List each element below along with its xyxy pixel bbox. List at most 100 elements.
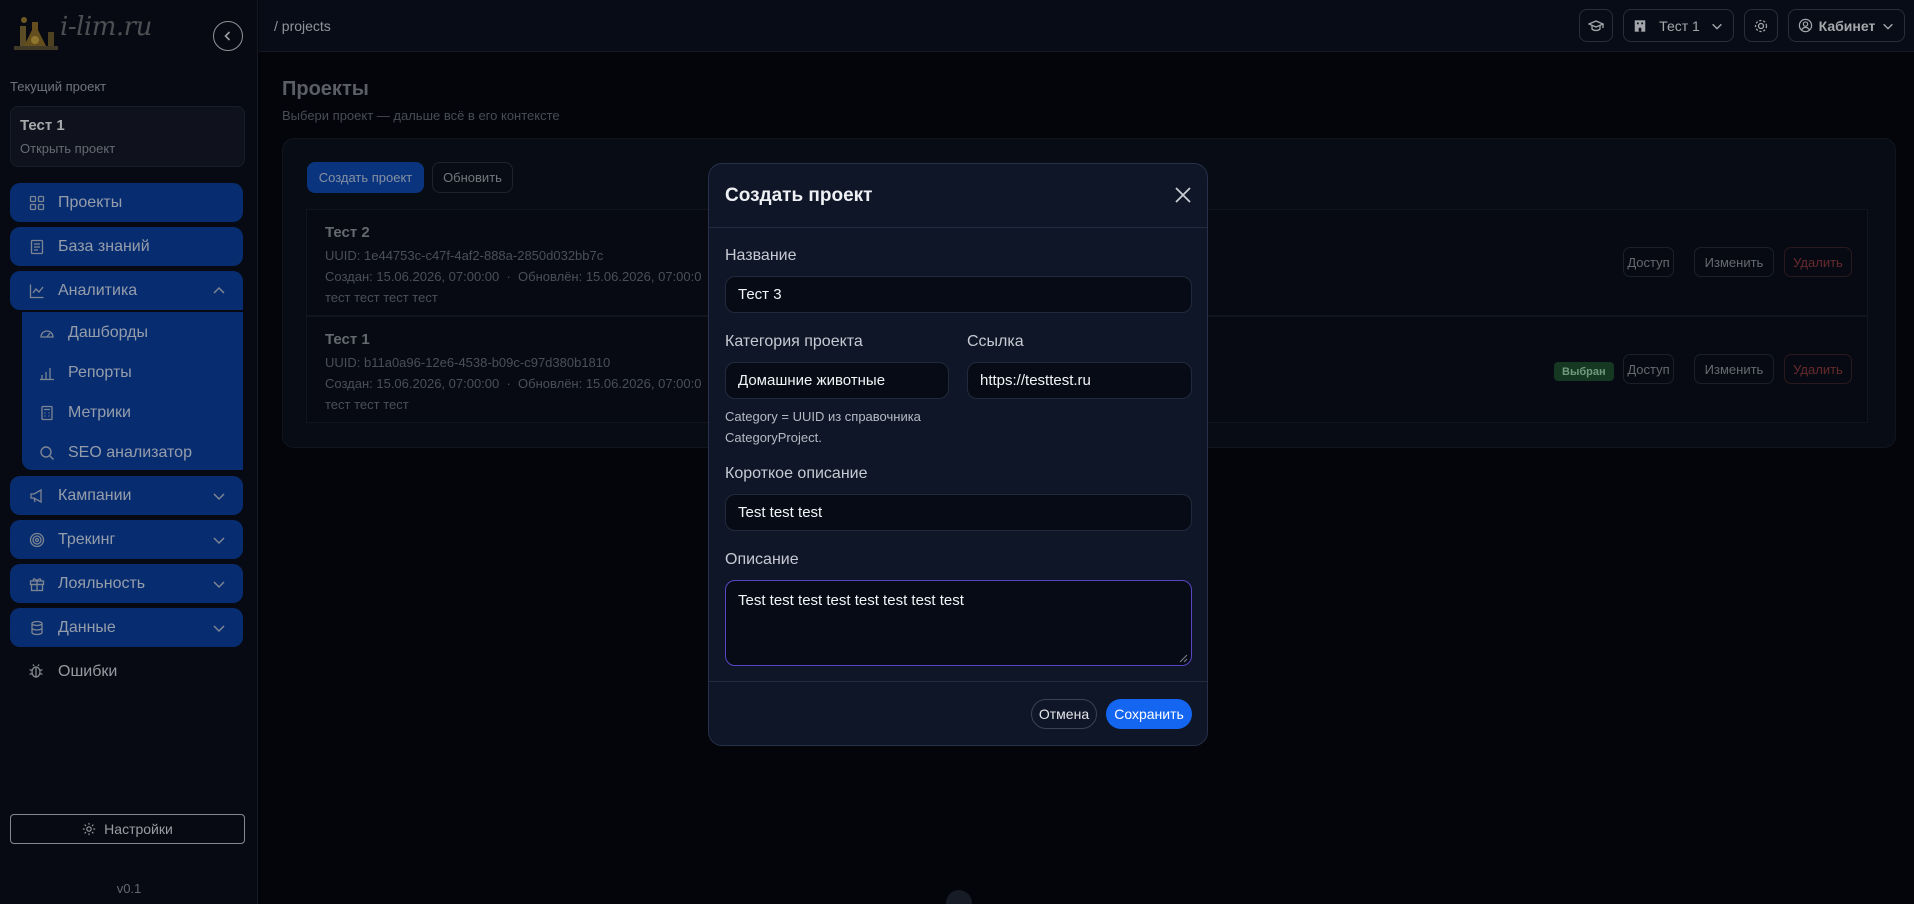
logo-text: i-lim.ru xyxy=(60,12,152,42)
create-project-dialog: Создать проект Название Тест 3 Категория… xyxy=(708,163,1208,746)
sidebar: i-lim.ru Текущий проект Тест 1 Открыть п… xyxy=(0,0,258,904)
app-version: v0.1 xyxy=(116,881,142,896)
delete-button[interactable]: Удалить xyxy=(1784,247,1852,277)
sidebar-item-label: Кампании xyxy=(58,486,132,504)
book-icon xyxy=(28,238,46,256)
current-project-open-link: Открыть проект xyxy=(20,141,116,156)
topbar: / projects Тест 1 Кабинет xyxy=(259,0,1914,52)
project-uuid: UUID: 1e44753c-c47f-4af2-888a-2850d032bb… xyxy=(325,248,604,263)
sidebar-subitem-metrics[interactable]: Метрики xyxy=(22,394,243,432)
project-dates: Создан: 15.06.2026, 07:00:00 · Обновлён:… xyxy=(325,376,702,391)
chevron-down-icon xyxy=(213,581,225,589)
sidebar-item-campaigns[interactable]: Кампании xyxy=(10,476,243,515)
resize-handle-icon[interactable] xyxy=(1178,653,1188,663)
sidebar-subitem-label: Репорты xyxy=(68,364,132,381)
project-dates: Создан: 15.06.2026, 07:00:00 · Обновлён:… xyxy=(325,269,702,284)
gift-icon xyxy=(28,575,46,593)
chevron-down-icon xyxy=(213,625,225,633)
sidebar-item-label: Данные xyxy=(58,618,116,636)
collapse-sidebar-button[interactable] xyxy=(213,21,243,51)
project-select[interactable]: Тест 1 xyxy=(1623,9,1734,42)
sidebar-subitem-seo-analyzer[interactable]: SEO анализатор xyxy=(22,434,243,472)
cabinet-label: Кабинет xyxy=(1818,17,1876,34)
sidebar-item-loyalty[interactable]: Лояльность xyxy=(10,564,243,603)
page-subtitle: Выбери проект — дальше всё в его контекс… xyxy=(282,108,560,123)
user-circle-icon xyxy=(1798,18,1812,33)
sidebar-item-errors[interactable]: Ошибки xyxy=(10,654,243,690)
building-icon xyxy=(1634,19,1646,32)
sidebar-item-label: База знаний xyxy=(58,237,150,255)
sidebar-item-label: Аналитика xyxy=(58,281,138,299)
chevron-up-icon xyxy=(213,286,225,294)
sidebar-subitem-label: Дашборды xyxy=(68,324,148,341)
bar-chart-icon xyxy=(38,364,56,382)
grid-icon xyxy=(28,194,46,212)
sidebar-item-label: Трекинг xyxy=(58,530,116,548)
create-project-button[interactable]: Создать проект xyxy=(307,162,424,193)
chevron-left-icon xyxy=(224,31,231,41)
cancel-button[interactable]: Отмена xyxy=(1031,699,1097,729)
sidebar-item-label: Ошибки xyxy=(58,663,118,680)
link-label: Ссылка xyxy=(967,333,1024,350)
current-project-label: Текущий проект xyxy=(10,79,107,94)
sidebar-subitem-label: Метрики xyxy=(68,404,131,421)
edit-button[interactable]: Изменить xyxy=(1694,247,1774,277)
search-icon xyxy=(38,444,56,462)
analytics-submenu: Дашборды Репорты Метрики SEO анализатор xyxy=(22,312,243,470)
dialog-header: Создать проект xyxy=(709,164,1207,228)
project-description: тест тест тест xyxy=(325,397,409,412)
settings-icon-button[interactable] xyxy=(1744,9,1778,42)
close-icon[interactable] xyxy=(1174,186,1192,204)
megaphone-icon xyxy=(28,487,46,505)
chevron-down-icon xyxy=(1711,23,1722,30)
cabinet-menu-button[interactable]: Кабинет xyxy=(1788,9,1905,42)
chevron-down-icon xyxy=(213,537,225,545)
bottom-logo-tab xyxy=(946,890,972,904)
delete-button[interactable]: Удалить xyxy=(1784,354,1852,384)
access-button[interactable]: Доступ xyxy=(1623,247,1674,277)
sidebar-subitem-dashboards[interactable]: Дашборды xyxy=(22,314,243,352)
graduation-cap-icon xyxy=(1588,19,1604,31)
settings-button[interactable]: Настройки xyxy=(10,814,245,844)
sidebar-subitem-reports[interactable]: Репорты xyxy=(22,354,243,392)
sidebar-item-projects[interactable]: Проекты xyxy=(10,183,243,222)
sidebar-item-label: Лояльность xyxy=(58,574,146,592)
bug-icon xyxy=(28,663,46,681)
project-select-value: Тест 1 xyxy=(1659,17,1700,34)
sidebar-subitem-label: SEO анализатор xyxy=(68,444,192,461)
category-field[interactable]: Домашние животные xyxy=(725,362,949,399)
breadcrumb: / projects xyxy=(274,18,331,34)
flask-logo-icon xyxy=(14,17,58,50)
sidebar-item-tracking[interactable]: Трекинг xyxy=(10,520,243,559)
chevron-down-icon xyxy=(1883,23,1894,30)
sidebar-item-label: Проекты xyxy=(58,193,123,211)
short-description-field[interactable]: Test test test xyxy=(725,494,1192,531)
save-button[interactable]: Сохранить xyxy=(1106,699,1192,729)
chevron-down-icon xyxy=(213,493,225,501)
selected-badge: Выбран xyxy=(1554,362,1614,381)
gear-icon xyxy=(1754,19,1768,32)
sidebar-item-knowledge-base[interactable]: База знаний xyxy=(10,227,243,266)
description-label: Описание xyxy=(725,551,799,568)
name-field[interactable]: Тест 3 xyxy=(725,276,1192,313)
project-name: Тест 2 xyxy=(325,224,370,241)
project-description: тест тест тест тест xyxy=(325,290,438,305)
sidebar-item-analytics[interactable]: Аналитика xyxy=(10,271,243,310)
chart-line-icon xyxy=(28,282,46,300)
description-textarea[interactable]: Test test test test test test test test xyxy=(725,580,1192,666)
gear-icon xyxy=(83,822,96,836)
learning-button[interactable] xyxy=(1579,9,1613,42)
refresh-button[interactable]: Обновить xyxy=(432,162,513,193)
category-label: Категория проекта xyxy=(725,333,863,350)
current-project-card[interactable]: Тест 1 Открыть проект xyxy=(10,106,245,167)
target-icon xyxy=(28,531,46,549)
access-button[interactable]: Доступ xyxy=(1623,354,1674,384)
sidebar-item-data[interactable]: Данные xyxy=(10,608,243,647)
name-label: Название xyxy=(725,247,797,264)
link-field[interactable]: https://testtest.ru xyxy=(967,362,1192,399)
edit-button[interactable]: Изменить xyxy=(1694,354,1774,384)
database-icon xyxy=(28,619,46,637)
category-hint: Category = UUID из справочника CategoryP… xyxy=(725,409,921,445)
project-name: Тест 1 xyxy=(325,331,370,348)
dialog-title: Создать проект xyxy=(725,185,873,206)
